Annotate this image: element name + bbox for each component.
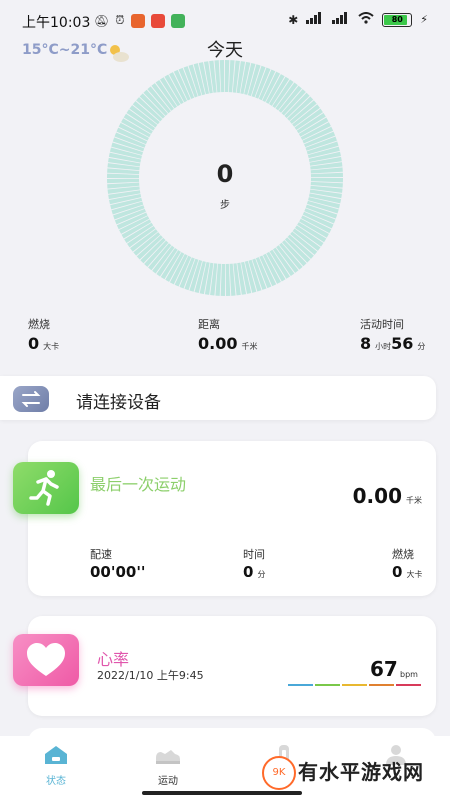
heart-rate-value: 67 [370, 657, 398, 681]
active-time-stat: 8 小时56 分 [360, 334, 425, 353]
calories-unit: 大卡 [43, 342, 60, 351]
heart-rate-zone-bar [342, 684, 367, 686]
heart-rate-zone-bar [315, 684, 340, 686]
status-right-icons: ✱ 80 ⚡︎ [288, 12, 428, 27]
exercise-calories-stat: 0 大卡 [392, 562, 422, 581]
wifi-icon [358, 12, 374, 27]
hours-unit: 小时 [375, 342, 392, 351]
heart-rate-date: 2022/1/10 上午9:45 [97, 669, 204, 682]
step-unit: 步 [220, 200, 230, 211]
active-time-label: 活动时间 [360, 318, 404, 331]
app-notification-icon [150, 13, 165, 28]
tab-status-label: 状态 [46, 776, 66, 787]
active-minutes-value: 56 [391, 334, 414, 353]
calories-stat: 0 大卡 [28, 334, 59, 353]
tab-status[interactable]: 状态 [26, 740, 86, 787]
time-value: 0 [243, 563, 254, 581]
distance-stat: 0.00 千米 [198, 334, 257, 353]
pace-value: 00'00'' [90, 563, 146, 581]
exercise-distance: 0.00 千米 [353, 484, 422, 508]
heart-rate-unit: bpm [400, 670, 418, 679]
time-label: 时间 [243, 548, 265, 561]
distance-value: 0.00 [198, 334, 238, 353]
exercise-calories-unit: 大卡 [406, 570, 423, 579]
active-hours-value: 8 [360, 334, 372, 353]
exercise-calories-label: 燃烧 [392, 548, 414, 561]
time-stat: 0分 [243, 562, 265, 581]
heart-rate-zone-bar [396, 684, 421, 686]
ring-segment [225, 60, 230, 93]
connect-device-label[interactable]: 请连接设备 [76, 388, 161, 413]
running-icon [13, 462, 79, 514]
time-unit: 分 [257, 570, 266, 579]
last-exercise-title: 最后一次运动 [90, 475, 187, 494]
ring-segment [219, 60, 225, 93]
tab-exercise-label: 运动 [158, 776, 178, 787]
exercise-distance-unit: 千米 [406, 496, 422, 505]
distance-label: 距离 [198, 318, 220, 331]
distance-unit: 千米 [241, 342, 258, 351]
signal-icon [332, 12, 350, 27]
watermark-text: 有水平游戏网 [298, 760, 424, 784]
connect-device-icon [13, 386, 49, 412]
house-icon [41, 744, 71, 766]
step-count: 0 [216, 160, 234, 188]
heart-rate-zone-bar [288, 684, 313, 686]
signal-icon [306, 12, 324, 27]
home-indicator[interactable] [142, 791, 302, 795]
heart-icon [13, 634, 79, 686]
heart-rate-zone-bar [369, 684, 394, 686]
tab-exercise[interactable]: 运动 [138, 740, 198, 787]
bluetooth-icon: ✱ [288, 12, 299, 27]
calories-value: 0 [28, 334, 40, 353]
watermark-logo: 9K [262, 756, 296, 790]
charging-icon: ⚡︎ [420, 13, 428, 26]
alarm-icon: ⏰︎ [115, 13, 125, 27]
sneaker-icon [153, 744, 183, 766]
pace-label: 配速 [90, 548, 112, 561]
calories-label: 燃烧 [28, 318, 50, 331]
ring-segment [225, 263, 231, 296]
app-notification-icon [130, 13, 145, 28]
battery-icon: 80 [382, 12, 413, 27]
exercise-calories-value: 0 [392, 563, 403, 581]
minutes-unit: 分 [417, 342, 426, 351]
status-time: 上午10:03 [22, 15, 91, 31]
status-left-icons: 🔕︎ ⏰︎ [94, 13, 185, 28]
status-bar: 上午10:03 🔕︎ ⏰︎ ✱ 80 ⚡︎ [0, 0, 450, 40]
pace-stat: 00'00'' [90, 562, 146, 581]
mute-icon: 🔕︎ [94, 13, 110, 28]
exercise-distance-value: 0.00 [352, 484, 402, 508]
connect-device-card[interactable] [0, 376, 436, 420]
ring-segment [220, 263, 225, 296]
app-notification-icon [170, 13, 185, 28]
